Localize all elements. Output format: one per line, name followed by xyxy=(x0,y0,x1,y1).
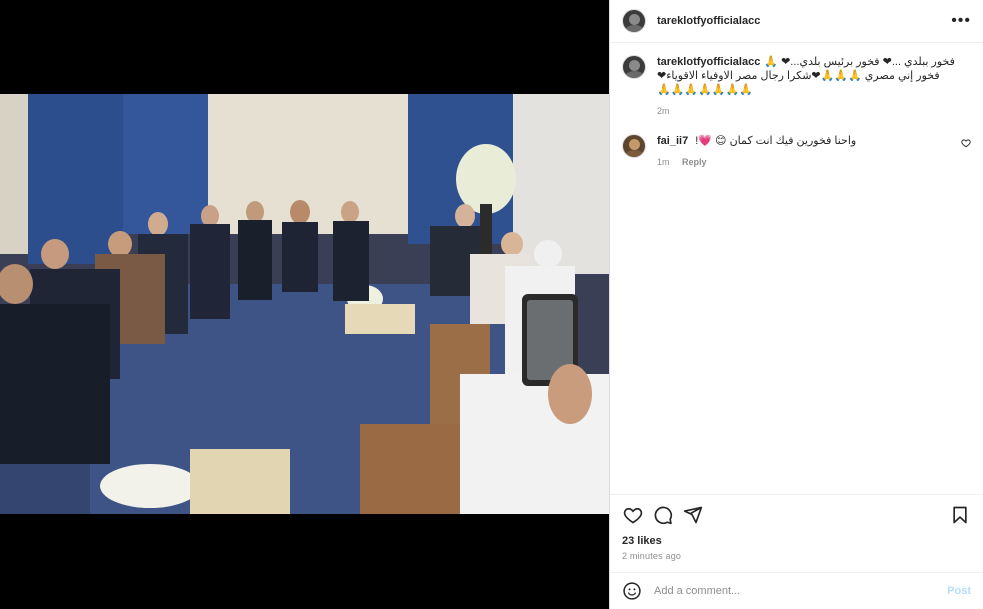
caption-author-avatar[interactable] xyxy=(622,55,646,79)
comment-time: 1m xyxy=(657,157,670,167)
likes-count[interactable]: 23 likes xyxy=(622,535,971,547)
media-column xyxy=(0,0,609,609)
comment-meta: 1m Reply xyxy=(657,155,955,169)
photo-illustration xyxy=(0,94,609,514)
reply-button[interactable]: Reply xyxy=(682,157,707,167)
caption-line: 🙏🙏🙏🙏🙏🙏🙏 xyxy=(657,84,753,96)
comments-section: tareklotfyofficialacc فخور ببلدي ...❤ فخو… xyxy=(610,43,983,494)
author-avatar[interactable] xyxy=(622,9,646,33)
caption-body: tareklotfyofficialacc فخور ببلدي ...❤ فخو… xyxy=(657,55,971,118)
comment-button[interactable] xyxy=(652,504,674,526)
paper-plane-icon xyxy=(683,506,703,524)
add-comment-bar: Post xyxy=(610,572,983,609)
post-header: tareklotfyofficialacc ••• xyxy=(610,0,983,43)
smiley-icon[interactable] xyxy=(622,581,642,601)
share-button[interactable] xyxy=(682,504,704,526)
commenter-avatar[interactable] xyxy=(622,134,646,158)
post-comment-button[interactable]: Post xyxy=(947,585,971,597)
comment-text: واحنا فخورين فيك انت كمان 😊 💗! xyxy=(695,135,857,147)
caption-username[interactable]: tareklotfyofficialacc xyxy=(657,56,760,68)
like-button[interactable] xyxy=(622,504,644,526)
more-options-icon[interactable]: ••• xyxy=(951,13,971,29)
instagram-post-view: tareklotfyofficialacc ••• tareklotfyoffi… xyxy=(0,0,983,609)
commenter-username[interactable]: fai_ii7 xyxy=(657,135,688,147)
caption-line: فخور ببلدي ...❤ فخور برئيس بلدي...❤ 🙏 xyxy=(764,56,955,68)
caption: tareklotfyofficialacc فخور ببلدي ...❤ فخو… xyxy=(622,55,971,118)
post-info-panel: tareklotfyofficialacc ••• tareklotfyoffi… xyxy=(609,0,983,609)
bookmark-icon xyxy=(953,506,967,524)
save-button[interactable] xyxy=(949,504,971,526)
comment-body: fai_ii7 واحنا فخورين فيك انت كمان 😊 💗! 1… xyxy=(657,134,955,169)
post-photo[interactable] xyxy=(0,94,609,514)
heart-icon xyxy=(623,507,643,524)
comment-item: fai_ii7 واحنا فخورين فيك انت كمان 😊 💗! 1… xyxy=(622,134,971,169)
post-timestamp: 2 minutes ago xyxy=(622,551,682,561)
caption-meta: 2m xyxy=(657,104,971,118)
comment-bubble-icon xyxy=(654,506,673,525)
action-icons-row xyxy=(622,495,971,535)
caption-time: 2m xyxy=(657,106,670,116)
comment-like-heart-icon[interactable] xyxy=(961,138,971,148)
comment-input[interactable] xyxy=(654,585,948,597)
author-username[interactable]: tareklotfyofficialacc xyxy=(657,15,760,27)
caption-line: فخور إني مصري 🙏🙏🙏❤شكرا رجال مصر الاوفياء… xyxy=(657,70,940,82)
post-actions: 23 likes 2 minutes ago xyxy=(610,494,983,572)
